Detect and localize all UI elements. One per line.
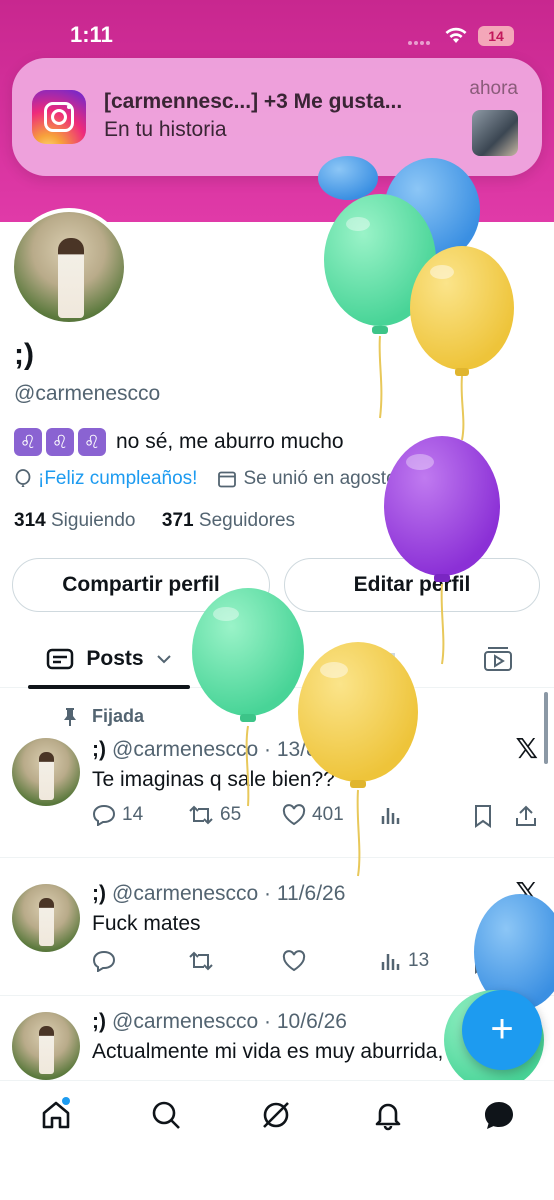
instagram-notification[interactable]: [carmennesc...] +3 Me gusta... En tu his… <box>12 58 542 176</box>
compose-button[interactable]: + <box>462 990 542 1070</box>
x-logo-icon: 𝕏 <box>515 877 538 908</box>
reply-count: 14 <box>122 804 144 825</box>
following-label[interactable]: Siguiendo <box>51 510 136 531</box>
post-actions: 14 65 401 <box>92 804 542 834</box>
leo-emoji: ♌ <box>46 428 74 456</box>
status-time: 1:11 <box>70 22 113 47</box>
tab-reposts-icon[interactable] <box>370 644 402 674</box>
post-header: ;) @carmenescco · 11/6/26 <box>92 882 345 906</box>
edit-profile-button[interactable]: Editar perfil <box>284 558 540 612</box>
calendar-icon <box>218 471 237 488</box>
joined-date: Se unió en agosto de 2021 <box>243 468 471 489</box>
profile-meta: ¡Feliz cumpleaños! Se unió en agosto de … <box>14 468 489 490</box>
tab-posts[interactable]: Posts <box>28 630 190 689</box>
bio-text: no sé, me aburro mucho <box>116 430 344 453</box>
repost-icon[interactable] <box>188 950 214 972</box>
notification-dot <box>62 1097 70 1105</box>
share-icon[interactable] <box>514 804 538 828</box>
post-author-name: ;) <box>92 738 106 761</box>
post-handle: @carmenescco <box>112 882 259 905</box>
like-count: 401 <box>312 804 344 825</box>
posts-icon <box>47 648 74 670</box>
post-text: Fuck mates <box>92 912 201 935</box>
profile-avatar[interactable] <box>10 208 128 326</box>
notification-thumbnail <box>472 110 518 156</box>
views-count: 13 <box>408 950 430 971</box>
repost-button[interactable]: 65 <box>188 804 241 826</box>
views-button[interactable] <box>380 804 402 826</box>
post-date: · 11/6/26 <box>264 882 346 905</box>
heart-icon[interactable] <box>282 950 306 972</box>
post-handle: @carmenescco <box>112 738 259 761</box>
post-author-name: ;) <box>92 882 106 905</box>
tab-media-icon[interactable] <box>482 644 514 674</box>
profile-handle: @carmenescco <box>14 382 161 405</box>
wifi-icon <box>445 27 467 43</box>
repost-icon <box>189 805 213 825</box>
bottom-navigation <box>0 1080 554 1200</box>
bookmark-icon[interactable] <box>472 804 494 828</box>
reply-button[interactable]: 14 <box>92 804 143 826</box>
balloon <box>324 194 436 419</box>
messages-icon[interactable] <box>482 1099 516 1131</box>
like-button[interactable]: 401 <box>282 804 344 826</box>
post-handle: @carmenescco <box>112 1010 259 1033</box>
post-date: · 13/8/22 <box>264 738 347 761</box>
notification-title: [carmennesc...] +3 Me gusta... <box>104 90 403 113</box>
post-item[interactable]: ;) @carmenescco · 13/8/22 𝕏 Te imaginas q… <box>0 690 554 858</box>
follow-counts: 314 Siguiendo 371 Seguidores <box>14 510 295 532</box>
post-text: Actualmente mi vida es muy aburrida, <box>92 1040 444 1063</box>
heart-icon <box>282 804 306 826</box>
display-name: ;) <box>14 338 34 371</box>
search-icon[interactable] <box>150 1099 182 1131</box>
tab-posts-label: Posts <box>86 647 144 670</box>
battery-indicator: 14 <box>478 26 514 46</box>
birthday-link[interactable]: ¡Feliz cumpleaños! <box>38 468 197 490</box>
notification-body: En tu historia <box>104 118 227 141</box>
post-text: Te imaginas q sale bien?? <box>92 768 335 791</box>
profile-tabs: Posts <box>0 630 554 689</box>
grok-icon[interactable] <box>260 1099 292 1131</box>
balloon-icon <box>15 469 31 487</box>
views-icon <box>381 808 400 824</box>
post-date: · 10/6/26 <box>264 1010 347 1033</box>
chevron-down-icon <box>156 655 171 664</box>
leo-emoji: ♌ <box>14 428 42 456</box>
followers-label[interactable]: Seguidores <box>199 510 295 531</box>
bell-icon[interactable] <box>372 1099 404 1131</box>
following-count[interactable]: 314 <box>14 510 46 531</box>
post-item[interactable]: ;) @carmenescco · 11/6/26 𝕏 Fuck mates 13 <box>0 858 554 996</box>
notification-time: ahora <box>469 78 518 99</box>
leo-emoji: ♌ <box>78 428 106 456</box>
chevron-right-icon[interactable] <box>479 471 489 487</box>
repost-count: 65 <box>220 804 242 825</box>
signal-icon <box>408 32 434 45</box>
views-icon <box>381 954 400 970</box>
post-actions: 13 <box>92 950 542 980</box>
tab-replies-icon[interactable] <box>258 644 290 674</box>
post-avatar[interactable] <box>12 738 80 806</box>
post-header: ;) @carmenescco · 10/6/26 <box>92 1010 347 1034</box>
post-avatar[interactable] <box>12 884 80 952</box>
post-avatar[interactable] <box>12 1012 80 1080</box>
balloon <box>410 246 514 441</box>
share-icon[interactable] <box>514 950 538 974</box>
post-header: ;) @carmenescco · 13/8/22 <box>92 738 347 762</box>
instagram-icon <box>32 90 86 144</box>
followers-count[interactable]: 371 <box>162 510 194 531</box>
views-button[interactable]: 13 <box>380 950 429 972</box>
reply-icon[interactable] <box>92 950 116 972</box>
bookmark-icon[interactable] <box>472 950 494 974</box>
profile-bio: ♌ ♌ ♌ no sé, me aburro mucho <box>14 428 344 456</box>
post-author-name: ;) <box>92 1010 106 1033</box>
x-logo-icon: 𝕏 <box>515 733 538 764</box>
share-profile-button[interactable]: Compartir perfil <box>12 558 270 612</box>
reply-icon <box>92 804 116 826</box>
